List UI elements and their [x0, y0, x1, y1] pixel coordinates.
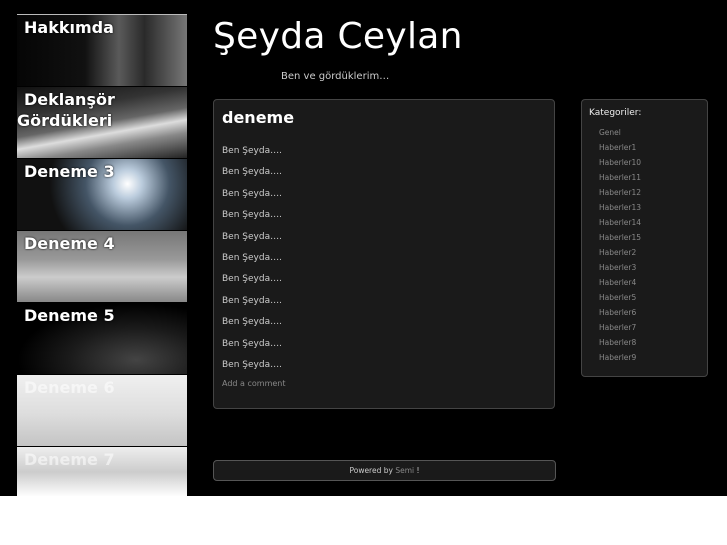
category-link[interactable]: Haberler6 [599, 308, 641, 323]
category-link[interactable]: Haberler11 [599, 173, 641, 188]
post-box: deneme Ben Şeyda…. Ben Şeyda…. Ben Şeyda… [213, 99, 555, 409]
image-navigation: Hakkımda Deklanşör Gördükleri Deneme 3 D… [17, 14, 187, 496]
add-comment-link[interactable]: Add a comment [222, 379, 285, 388]
nav-item-deklansor-gordukleri[interactable]: Deklanşör Gördükleri [17, 87, 187, 158]
category-link[interactable]: Haberler13 [599, 203, 641, 218]
nav-label: Deneme 6 [24, 378, 115, 397]
post-line: Ben Şeyda…. [222, 359, 282, 370]
post-line: Ben Şeyda…. [222, 338, 282, 349]
category-link[interactable]: Haberler8 [599, 338, 641, 353]
nav-label: Deklanşör Gördükleri [17, 89, 187, 131]
footer-link[interactable]: Semi [395, 466, 414, 475]
post-line: Ben Şeyda…. [222, 210, 282, 221]
nav-item-deneme-6[interactable]: Deneme 6 [17, 375, 187, 446]
nav-item-deneme-3[interactable]: Deneme 3 [17, 159, 187, 230]
nav-item-deneme-5[interactable]: Deneme 5 [17, 303, 187, 374]
site-title[interactable]: Şeyda Ceylan [213, 16, 463, 57]
post-line: Ben Şeyda…. [222, 252, 282, 263]
post-line: Ben Şeyda…. [222, 167, 282, 178]
category-link[interactable]: Haberler9 [599, 353, 641, 368]
post-body: Ben Şeyda…. Ben Şeyda…. Ben Şeyda…. Ben … [222, 145, 282, 380]
category-link[interactable]: Haberler7 [599, 323, 641, 338]
nav-label-line-2: Gördükleri [17, 111, 113, 130]
post-line: Ben Şeyda…. [222, 146, 282, 156]
category-link[interactable]: Haberler2 [599, 248, 641, 263]
category-link[interactable]: Haberler3 [599, 263, 641, 278]
site-tagline: Ben ve gördüklerim… [281, 71, 390, 82]
footer-suffix: ! [416, 466, 420, 475]
nav-label: Deneme 7 [24, 450, 115, 469]
category-link[interactable]: Haberler4 [599, 278, 641, 293]
category-link[interactable]: Haberler15 [599, 233, 641, 248]
footer: Powered by Semi ! [213, 460, 556, 481]
nav-label: Deneme 4 [24, 234, 115, 253]
nav-label-line-1: Deklanşör [24, 90, 115, 109]
post-line: Ben Şeyda…. [222, 274, 282, 285]
nav-label: Deneme 3 [24, 162, 115, 181]
post-line: Ben Şeyda…. [222, 231, 282, 242]
footer-text: Powered by [349, 466, 393, 475]
nav-label: Hakkımda [24, 18, 114, 37]
categories-heading: Kategoriler: [589, 108, 642, 118]
category-list: Genel Haberler1 Haberler10 Haberler11 Ha… [599, 128, 641, 368]
category-link[interactable]: Haberler5 [599, 293, 641, 308]
page-background: Hakkımda Deklanşör Gördükleri Deneme 3 D… [0, 0, 727, 496]
post-title[interactable]: deneme [222, 108, 294, 127]
category-link[interactable]: Haberler1 [599, 143, 641, 158]
nav-item-deneme-7[interactable]: Deneme 7 [17, 447, 187, 496]
nav-item-hakkimda[interactable]: Hakkımda [17, 15, 187, 86]
nav-label: Deneme 5 [24, 306, 115, 325]
post-line: Ben Şeyda…. [222, 317, 282, 328]
post-line: Ben Şeyda…. [222, 188, 282, 199]
category-link[interactable]: Haberler10 [599, 158, 641, 173]
post-line: Ben Şeyda…. [222, 295, 282, 306]
category-link[interactable]: Haberler12 [599, 188, 641, 203]
category-link[interactable]: Haberler14 [599, 218, 641, 233]
category-link[interactable]: Genel [599, 128, 641, 143]
nav-item-deneme-4[interactable]: Deneme 4 [17, 231, 187, 302]
categories-sidebar: Kategoriler: Genel Haberler1 Haberler10 … [581, 99, 708, 377]
